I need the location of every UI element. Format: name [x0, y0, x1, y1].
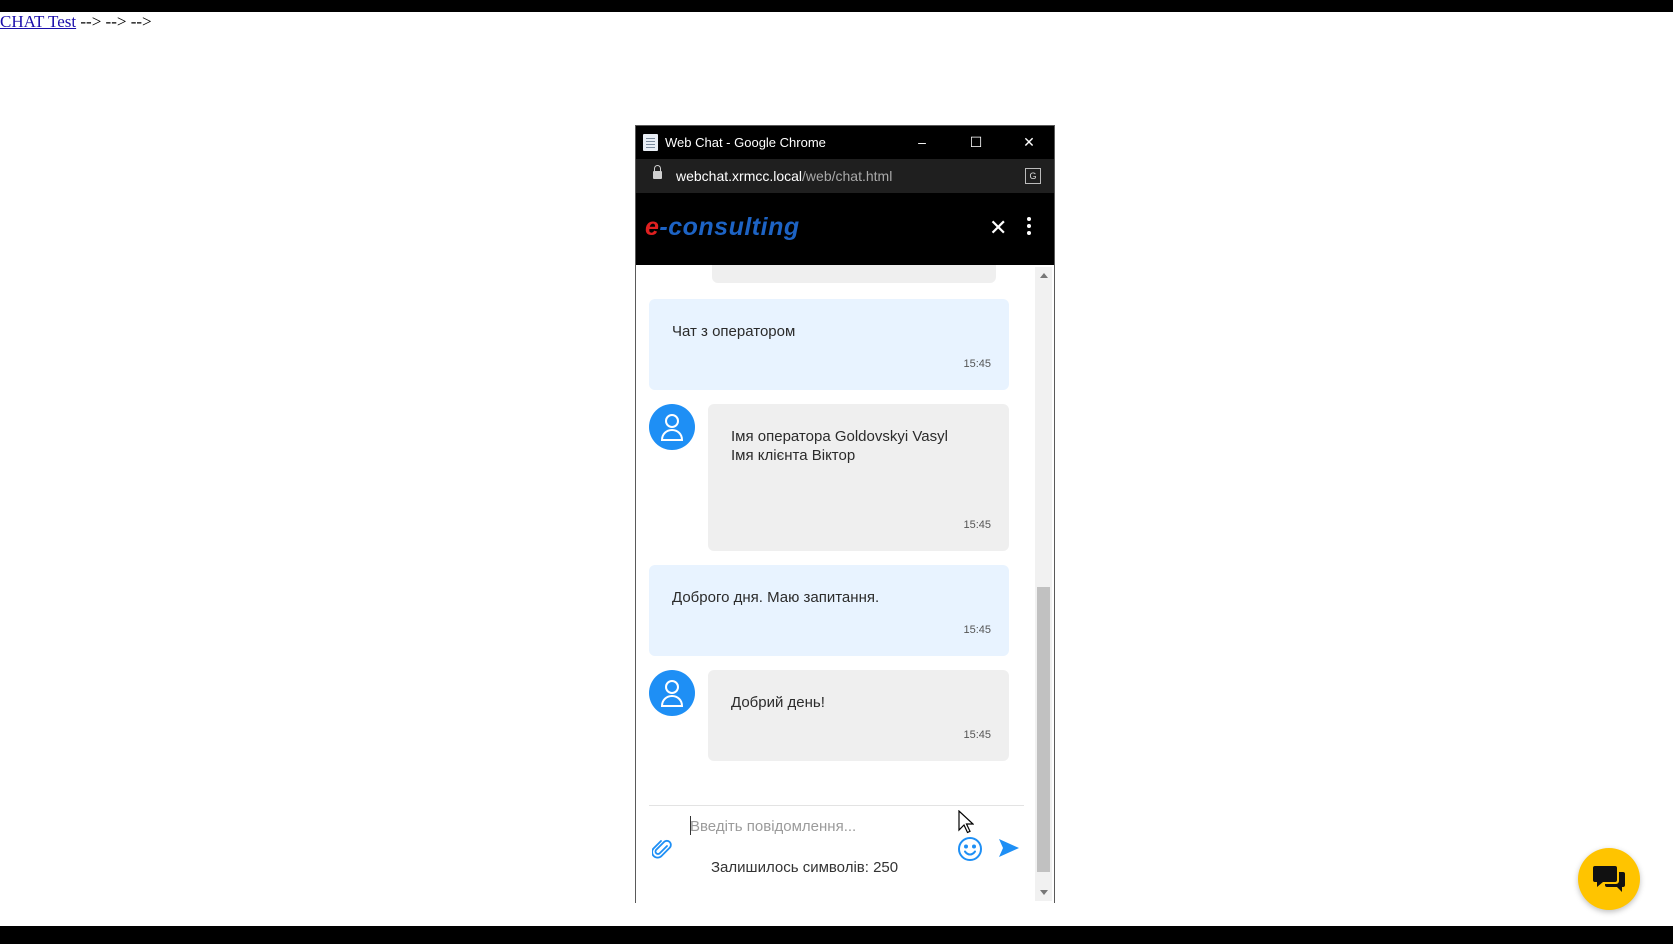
translate-icon[interactable]: G: [1025, 168, 1041, 184]
chat-launcher-button[interactable]: [1578, 848, 1640, 910]
more-options-icon[interactable]: [1027, 217, 1031, 239]
message-bubble-partial: [712, 265, 996, 283]
send-icon[interactable]: [998, 838, 1020, 858]
message-time: 15:45: [963, 729, 991, 741]
chat-test-link[interactable]: CHAT Test: [0, 12, 76, 31]
composer-divider: [649, 805, 1024, 806]
mouse-cursor-icon: [958, 810, 974, 834]
lock-icon[interactable]: [653, 165, 662, 179]
scrollbar-thumb[interactable]: [1037, 587, 1050, 872]
message-text: Чат з оператором: [672, 323, 796, 340]
close-chat-button[interactable]: ✕: [989, 217, 1007, 239]
maximize-button[interactable]: ☐: [954, 126, 998, 159]
remaining-characters: Залишилось символів: 250: [711, 859, 898, 876]
e-consulting-logo: e-consulting: [645, 213, 800, 242]
page-icon: [643, 134, 658, 151]
chat-bubbles-icon: [1593, 866, 1625, 892]
chat-popup-window: Web Chat - Google Chrome – ☐ ✕ webchat.x…: [635, 125, 1055, 903]
message-text: Добрий день!: [731, 694, 825, 711]
window-titlebar[interactable]: Web Chat - Google Chrome – ☐ ✕: [636, 126, 1054, 159]
text-caret: [690, 816, 691, 835]
address-bar[interactable]: webchat.xrmcc.local/web/chat.html G: [636, 159, 1054, 193]
chat-header: e-consulting ✕: [636, 193, 1054, 265]
logo-rest: -consulting: [659, 213, 800, 241]
operator-avatar: [649, 404, 695, 450]
paperclip-icon[interactable]: [652, 838, 672, 860]
minimize-button[interactable]: –: [900, 126, 944, 159]
remaining-count: 250: [873, 859, 899, 876]
window-close-button[interactable]: ✕: [1007, 126, 1051, 159]
message-time: 15:45: [963, 358, 991, 370]
message-time: 15:45: [963, 624, 991, 636]
operator-message: Добрий день! 15:45: [708, 670, 1009, 761]
message-time: 15:45: [963, 519, 991, 531]
url-path: /web/chat.html: [802, 168, 893, 184]
scroll-down-arrow[interactable]: [1040, 890, 1048, 895]
url-text[interactable]: webchat.xrmcc.local/web/chat.html: [676, 168, 892, 184]
url-host: webchat.xrmcc.local: [676, 168, 803, 184]
operator-message: Імя оператора Goldovskyi Vasyl Імя клієн…: [708, 404, 1009, 551]
user-icon: [660, 414, 684, 441]
operator-avatar: [649, 670, 695, 716]
remaining-label: Залишилось символів:: [711, 859, 869, 876]
user-icon: [660, 680, 684, 707]
arrows-text: --> --> -->: [76, 12, 152, 31]
client-message: Доброго дня. Маю запитання. 15:45: [649, 565, 1009, 656]
client-message: Чат з оператором 15:45: [649, 299, 1009, 390]
message-list[interactable]: Чат з оператором 15:45 Імя оператора Gol…: [636, 265, 1054, 903]
message-text: Доброго дня. Маю запитання.: [672, 589, 880, 606]
message-text: Імя оператора Goldovskyi Vasyl Імя клієн…: [731, 428, 948, 464]
scroll-up-arrow[interactable]: [1040, 273, 1048, 278]
smile-icon[interactable]: [957, 836, 983, 862]
logo-e: e: [645, 213, 660, 241]
window-title: Web Chat - Google Chrome: [665, 135, 826, 150]
page-top-line: CHAT Test --> --> -->: [0, 12, 152, 32]
